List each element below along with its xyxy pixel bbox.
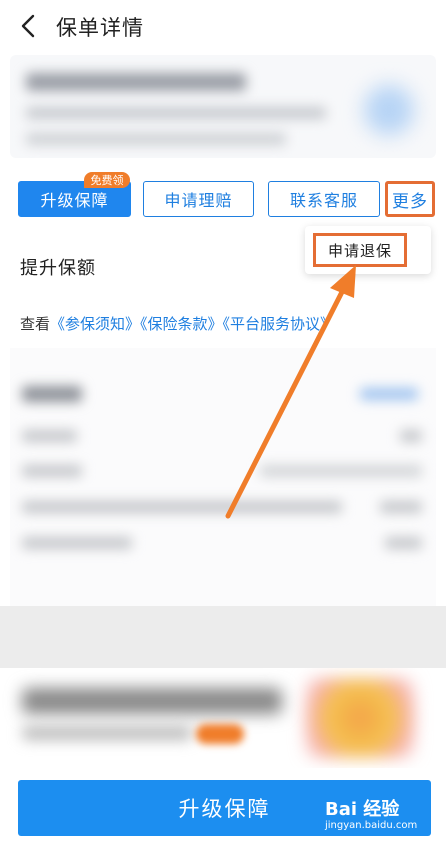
blurred-row-2-value (260, 465, 422, 477)
watermark-url: jingyan.baidu.com (325, 820, 418, 831)
file-claim-button[interactable]: 申请理赔 (143, 181, 254, 217)
terms-prefix: 查看 (20, 315, 51, 333)
section-title-increase-coverage: 提升保额 (20, 258, 96, 279)
insurance-clauses-link[interactable]: 《保险条款》 (140, 315, 223, 333)
blurred-product-name (26, 73, 246, 91)
more-button[interactable]: 更多 (385, 181, 435, 217)
contact-service-button[interactable]: 联系客服 (268, 181, 380, 217)
surrender-policy-menu-item[interactable]: 申请退保 (313, 233, 407, 267)
policy-summary-card-blurred (10, 55, 436, 158)
blurred-row-1 (22, 430, 77, 442)
blurred-row-3 (22, 501, 342, 513)
promo-banner-blurred[interactable] (0, 668, 446, 768)
blurred-detail-link (360, 388, 418, 400)
watermark-brand: Bai 经验 (325, 799, 400, 820)
policy-details-card-blurred (10, 348, 436, 606)
blurred-policy-info (26, 107, 326, 119)
more-dropdown-menu: 申请退保 (305, 226, 431, 274)
blurred-promo-title (22, 688, 282, 714)
blurred-promo-subtitle (22, 726, 192, 740)
insurance-notice-link[interactable]: 《参保须知》 (50, 315, 140, 333)
policy-detail-page: 保单详情 升级保障 免费领 申请理赔 联系客服 更多 申请退保 提升保额 查看《… (0, 0, 446, 845)
free-claim-badge: 免费领 (84, 172, 130, 188)
blurred-row-4-value (385, 537, 422, 549)
blurred-row-1-value (400, 430, 422, 442)
blurred-promo-tag (196, 724, 244, 744)
blurred-promo-image (305, 678, 415, 758)
chevron-left-icon[interactable] (18, 14, 40, 38)
blurred-policy-info-2 (26, 133, 286, 145)
blurred-detail-heading (22, 386, 82, 402)
blurred-row-3-value (380, 501, 422, 513)
blurred-status-icon (364, 85, 414, 135)
blurred-row-4 (22, 537, 132, 549)
page-title: 保单详情 (56, 16, 144, 40)
terms-links-row: 查看《参保须知》《保险条款》《平台服务协议》 (20, 313, 335, 334)
blurred-row-2 (22, 465, 82, 477)
platform-agreement-link[interactable]: 《平台服务协议》 (223, 315, 336, 333)
section-divider (0, 606, 446, 668)
top-nav-bar: 保单详情 (0, 0, 446, 52)
baidu-jingyan-watermark: Bai 经验 jingyan.baidu.com (325, 795, 440, 835)
